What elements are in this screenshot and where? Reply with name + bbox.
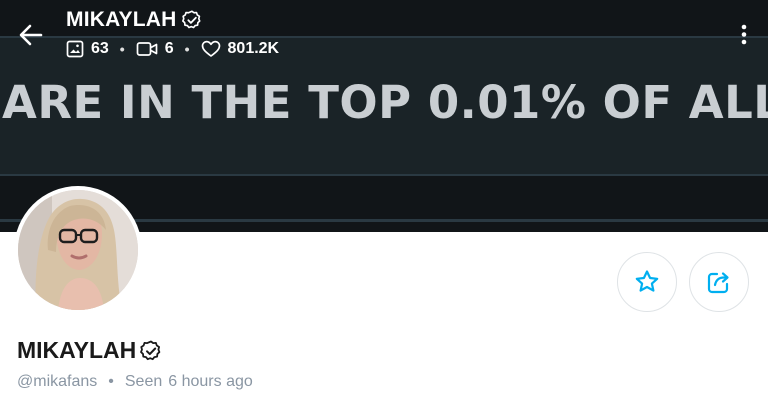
- stat-separator: •: [119, 41, 125, 57]
- seen-time: 6 hours ago: [168, 373, 253, 390]
- stat-separator: •: [184, 41, 190, 57]
- profile-name: MIKAYLAH: [17, 337, 137, 363]
- profile-meta: @mikafans • Seen 6 hours ago: [17, 373, 253, 391]
- videos-count: 6: [164, 40, 174, 57]
- username[interactable]: @mikafans: [17, 373, 97, 391]
- header-title-row: MIKAYLAH: [66, 8, 203, 32]
- banner-text: ARE IN THE TOP 0.01% OF ALL CR: [2, 76, 768, 129]
- share-icon: [707, 272, 729, 294]
- header-title: MIKAYLAH: [66, 8, 177, 31]
- image-icon: [66, 40, 84, 58]
- video-icon: [136, 42, 158, 56]
- seen-label: Seen: [124, 373, 163, 390]
- meta-separator: •: [108, 373, 114, 390]
- share-button[interactable]: [689, 252, 749, 312]
- likes-count: 801.2K: [227, 40, 280, 57]
- star-icon: [635, 270, 659, 292]
- arrow-left-icon: [19, 24, 43, 46]
- heart-icon: [201, 40, 220, 57]
- more-options-button[interactable]: [734, 20, 754, 50]
- back-button[interactable]: [16, 20, 46, 50]
- avatar[interactable]: [14, 186, 142, 314]
- favorite-button[interactable]: [617, 252, 677, 312]
- avatar-image: [18, 190, 138, 310]
- videos-stat: 6: [136, 40, 174, 58]
- photos-stat: 63: [66, 40, 109, 58]
- more-vertical-icon: [741, 24, 747, 45]
- header-stats: 63 • 6 • 801.2K: [66, 40, 279, 58]
- photos-count: 63: [91, 40, 109, 57]
- likes-stat: 801.2K: [201, 40, 280, 58]
- verified-badge-icon: [181, 10, 201, 29]
- profile-name-row: MIKAYLAH: [17, 337, 163, 364]
- verified-badge-icon: [140, 340, 161, 360]
